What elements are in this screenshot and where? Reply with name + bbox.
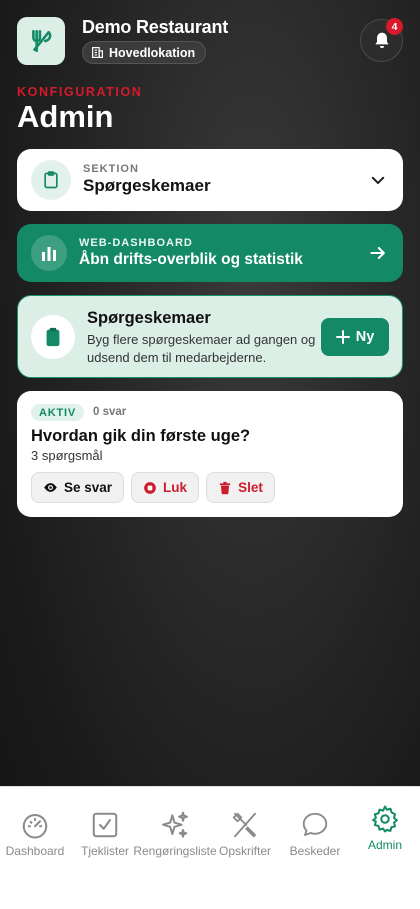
plus-icon bbox=[335, 330, 350, 344]
eye-icon bbox=[44, 483, 57, 492]
tab-admin[interactable]: Admin bbox=[350, 787, 420, 867]
section-dropdown[interactable]: SEKTION Spørgeskemaer bbox=[17, 149, 403, 211]
gear-icon bbox=[372, 805, 398, 833]
section-icon-circle bbox=[31, 160, 71, 200]
survey-title: Hvordan gik din første uge? bbox=[31, 427, 251, 445]
location-label: Hovedlokation bbox=[109, 45, 196, 60]
restaurant-name: Demo Restaurant bbox=[82, 17, 229, 37]
survey-actions: Se svar Luk Slet bbox=[31, 472, 275, 503]
stop-circle-icon bbox=[144, 481, 156, 494]
restaurant-logo bbox=[17, 17, 65, 65]
section-value: Spørgeskemaer bbox=[83, 176, 211, 195]
surveys-info-card: Spørgeskemaer Byg flere spørgeskemaer ad… bbox=[17, 295, 403, 378]
bell-icon bbox=[374, 32, 389, 48]
bottom-tab-bar: Dashboard Tjeklister Rengøringsliste Ops… bbox=[0, 786, 420, 909]
checkbox-icon bbox=[92, 812, 118, 838]
answers-count: 0 svar bbox=[93, 406, 127, 418]
delete-survey-label: Slet bbox=[238, 480, 263, 495]
building-icon bbox=[92, 47, 103, 58]
trash-icon bbox=[219, 481, 231, 494]
app-header: Demo Restaurant Hovedlokation 4 bbox=[17, 17, 403, 65]
page-title: Admin bbox=[17, 99, 114, 134]
status-badge: AKTIV bbox=[31, 404, 84, 421]
dashboard-title: Åbn drifts-overblik og statistik bbox=[79, 251, 303, 268]
close-survey-label: Luk bbox=[163, 480, 188, 495]
tab-beskeder[interactable]: Beskeder bbox=[280, 787, 350, 867]
notifications-button[interactable]: 4 bbox=[360, 18, 403, 62]
page-kicker: KONFIGURATION bbox=[17, 85, 143, 99]
survey-card: AKTIV 0 svar Hvordan gik din første uge?… bbox=[17, 391, 403, 517]
gauge-icon bbox=[22, 814, 48, 839]
arrow-right-icon bbox=[370, 247, 385, 259]
utensils-icon bbox=[32, 29, 52, 53]
new-survey-label: Ny bbox=[355, 329, 375, 345]
dashboard-kicker: WEB-DASHBOARD bbox=[79, 237, 193, 249]
new-survey-button[interactable]: Ny bbox=[321, 318, 389, 356]
info-title: Spørgeskemaer bbox=[87, 309, 211, 327]
clipboard-filled-icon bbox=[46, 327, 60, 347]
chat-icon bbox=[302, 812, 328, 836]
info-description: Byg flere spørgeskemaer ad gangen og uds… bbox=[87, 332, 316, 365]
clipboard-icon bbox=[44, 171, 58, 189]
close-survey-button[interactable]: Luk bbox=[131, 472, 200, 503]
notification-count-badge: 4 bbox=[386, 18, 403, 35]
utensils-icon bbox=[232, 812, 256, 838]
view-answers-button[interactable]: Se svar bbox=[31, 472, 125, 503]
web-dashboard-button[interactable]: WEB-DASHBOARD Åbn drifts-overblik og sta… bbox=[17, 224, 403, 282]
sparkles-icon bbox=[162, 811, 188, 838]
bar-chart-icon bbox=[42, 247, 56, 261]
info-icon-circle bbox=[31, 315, 75, 359]
chevron-down-icon bbox=[371, 176, 385, 184]
section-kicker: SEKTION bbox=[83, 163, 139, 175]
view-answers-label: Se svar bbox=[64, 480, 113, 495]
question-count: 3 spørgsmål bbox=[31, 448, 103, 463]
dashboard-icon-circle bbox=[31, 235, 67, 271]
location-selector[interactable]: Hovedlokation bbox=[82, 41, 207, 64]
tab-label: Admin bbox=[367, 838, 402, 852]
delete-survey-button[interactable]: Slet bbox=[206, 472, 275, 503]
